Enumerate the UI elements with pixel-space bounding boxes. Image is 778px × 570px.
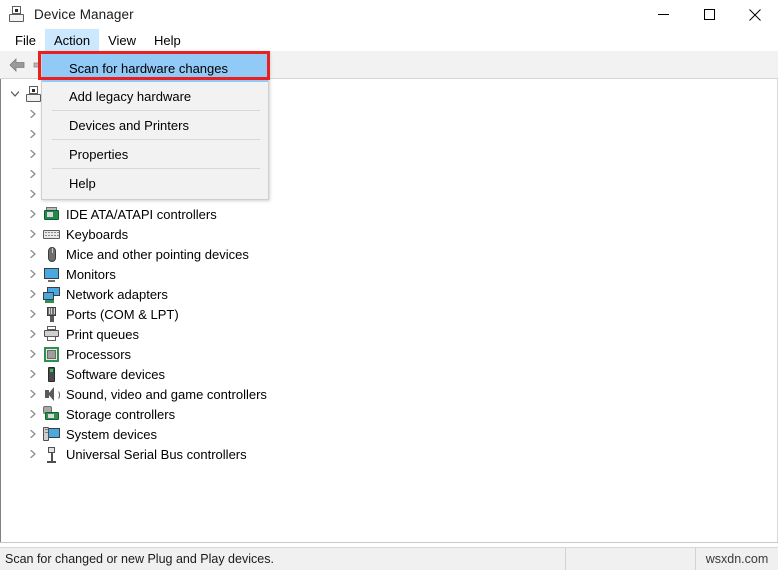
chevron-right-icon[interactable] [25,246,41,262]
chevron-down-icon[interactable] [7,86,23,102]
device-manager-icon [8,6,25,23]
minimize-button[interactable] [640,0,686,29]
action-dropdown-menu: Scan for hardware changes Add legacy har… [41,51,269,200]
back-button[interactable] [5,53,29,77]
keyboard-icon [43,226,60,243]
menu-help[interactable]: Help [145,29,190,51]
tree-item-network-adapters[interactable]: Network adapters [1,284,777,304]
chevron-right-icon[interactable] [25,346,41,362]
ide-controller-icon [43,206,60,223]
tree-item-label: System devices [66,426,158,442]
chevron-right-icon[interactable] [25,266,41,282]
chevron-right-icon[interactable] [25,426,41,442]
window-title: Device Manager [34,7,134,22]
tree-item-label: Processors [66,346,132,362]
device-manager-window: Device Manager File Action View Help IDE… [0,0,778,570]
tree-item-mice[interactable]: Mice and other pointing devices [1,244,777,264]
chevron-right-icon[interactable] [25,186,41,202]
chevron-right-icon[interactable] [25,326,41,342]
computer-icon [25,85,42,103]
tree-item-system-devices[interactable]: System devices [1,424,777,444]
status-middle-cell [565,547,695,570]
menu-bar: File Action View Help [0,29,778,51]
close-button[interactable] [732,0,778,29]
menu-file[interactable]: File [6,29,45,51]
chevron-right-icon[interactable] [25,446,41,462]
tree-item-label: Keyboards [66,226,129,242]
system-device-icon [43,426,60,443]
tree-item-label: Ports (COM & LPT) [66,306,179,322]
menu-item-properties[interactable]: Properties [42,140,268,168]
tree-item-monitors[interactable]: Monitors [1,264,777,284]
chevron-right-icon[interactable] [25,106,41,122]
chevron-right-icon[interactable] [25,206,41,222]
tree-item-label: IDE ATA/ATAPI controllers [66,206,217,222]
chevron-right-icon[interactable] [25,366,41,382]
mouse-icon [43,246,60,263]
tree-item-label: Monitors [66,266,116,282]
tree-item-sound-controllers[interactable]: Sound, video and game controllers [1,384,777,404]
chevron-right-icon[interactable] [25,146,41,162]
tree-item-label: Universal Serial Bus controllers [66,446,247,462]
tree-item-label: Sound, video and game controllers [66,386,267,402]
status-message: Scan for changed or new Plug and Play de… [5,552,274,566]
chevron-right-icon[interactable] [25,306,41,322]
maximize-button[interactable] [686,0,732,29]
title-bar: Device Manager [0,0,778,29]
software-device-icon [43,366,60,383]
menu-item-add-legacy-hardware[interactable]: Add legacy hardware [42,82,268,110]
tree-item-storage-controllers[interactable]: Storage controllers [1,404,777,424]
chevron-right-icon[interactable] [25,166,41,182]
usb-icon [43,446,60,463]
tree-item-print-queues[interactable]: Print queues [1,324,777,344]
printer-icon [43,325,60,343]
back-arrow-icon [9,57,25,72]
chevron-right-icon[interactable] [25,406,41,422]
window-controls [640,0,778,29]
tree-item-label: Storage controllers [66,406,176,422]
network-adapter-icon [43,286,60,303]
tree-item-software-devices[interactable]: Software devices [1,364,777,384]
tree-item-label: Mice and other pointing devices [66,246,249,262]
tree-item-ports[interactable]: Ports (COM & LPT) [1,304,777,324]
chevron-right-icon[interactable] [25,286,41,302]
storage-controller-icon [43,405,60,423]
menu-action[interactable]: Action [44,29,100,51]
tree-item-processors[interactable]: Processors [1,344,777,364]
chevron-right-icon[interactable] [25,126,41,142]
tree-item-label: Network adapters [66,286,168,302]
tree-item-keyboards[interactable]: Keyboards [1,224,777,244]
processor-icon [43,346,60,363]
tree-item-label: Print queues [66,326,139,342]
menu-item-scan-for-hardware-changes[interactable]: Scan for hardware changes [42,54,268,82]
tree-item-label: Software devices [66,366,165,382]
menu-item-help[interactable]: Help [42,169,268,197]
menu-item-devices-and-printers[interactable]: Devices and Printers [42,111,268,139]
tree-item-ide-controllers[interactable]: IDE ATA/ATAPI controllers [1,204,777,224]
status-bar: Scan for changed or new Plug and Play de… [0,547,778,570]
watermark: wsxdn.com [695,547,778,570]
chevron-right-icon[interactable] [25,386,41,402]
sound-icon [43,386,60,403]
menu-view[interactable]: View [99,29,145,51]
chevron-right-icon[interactable] [25,226,41,242]
tree-item-usb-controllers[interactable]: Universal Serial Bus controllers [1,444,777,464]
monitor-icon [43,266,60,283]
port-icon [43,306,60,323]
content-bottom-edge [0,542,778,543]
